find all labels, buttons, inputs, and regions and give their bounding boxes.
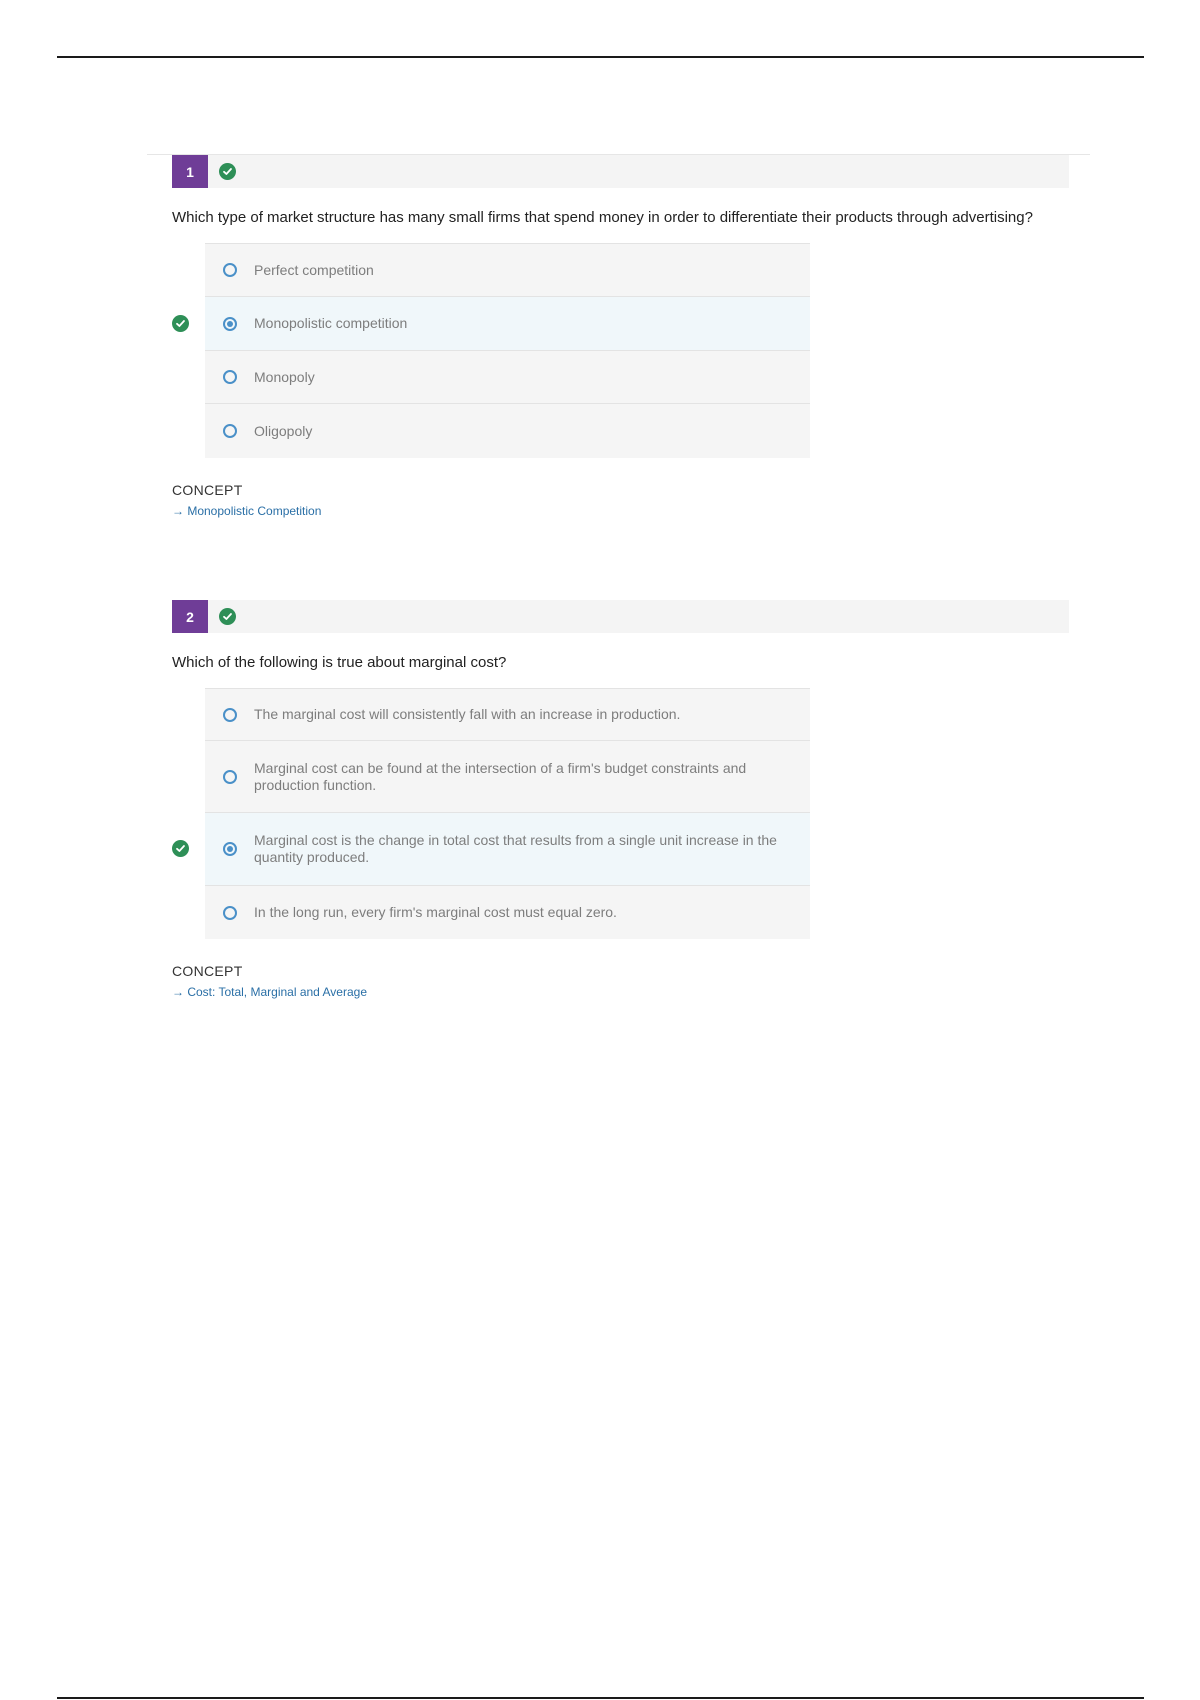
radio-button[interactable] [223, 424, 237, 438]
check-circle-icon [219, 163, 236, 180]
answer-option-label: Monopolistic competition [254, 315, 408, 331]
answer-option[interactable]: Oligopoly [205, 404, 810, 458]
concept-heading: CONCEPT [172, 963, 243, 979]
question-number-badge: 2 [172, 600, 208, 633]
answer-option-label: In the long run, every firm's marginal c… [254, 904, 617, 920]
question-2: 2 Which of the following is true about m… [172, 600, 1069, 999]
question-number-badge: 1 [172, 155, 208, 188]
concept-link[interactable]: → Cost: Total, Marginal and Average [172, 985, 1069, 999]
radio-button[interactable] [223, 263, 237, 277]
answer-options: Perfect competition Monopolistic competi… [172, 243, 810, 458]
radio-button-selected[interactable] [223, 842, 237, 856]
radio-button[interactable] [223, 769, 237, 784]
page-bottom-rule [57, 1697, 1144, 1699]
answer-option-label: Monopoly [254, 368, 315, 385]
answer-option-label: Perfect competition [254, 261, 374, 278]
question-1: 1 Which type of market structure has man… [172, 155, 1069, 518]
radio-button[interactable] [223, 370, 237, 384]
page-top-rule [57, 56, 1144, 58]
concept-link[interactable]: → Monopolistic Competition [172, 504, 1069, 518]
answer-option-label: Marginal cost is the change in total cos… [254, 832, 777, 865]
question-prompt: Which of the following is true about mar… [172, 654, 507, 671]
radio-button-selected[interactable] [223, 316, 237, 331]
answer-option-label: Marginal cost can be found at the inters… [254, 759, 747, 793]
concept-heading: CONCEPT [172, 482, 243, 498]
answer-option-selected[interactable]: Marginal cost is the change in total cos… [172, 813, 810, 886]
question-prompt: Which type of market structure has many … [172, 209, 1033, 226]
check-circle-icon [219, 608, 236, 625]
answer-option[interactable]: In the long run, every firm's marginal c… [205, 886, 810, 939]
correct-check-icon [172, 314, 189, 332]
radio-button[interactable] [223, 905, 237, 920]
question-header: 2 [172, 600, 1069, 633]
answer-option[interactable]: Perfect competition [205, 243, 810, 297]
answer-option[interactable]: The marginal cost will consistently fall… [205, 688, 810, 741]
answer-options: The marginal cost will consistently fall… [172, 688, 810, 939]
answer-option-label: Oligopoly [254, 422, 313, 439]
answer-option-label: The marginal cost will consistently fall… [254, 706, 681, 722]
question-header: 1 [172, 155, 1069, 188]
answer-option[interactable]: Marginal cost can be found at the inters… [205, 741, 810, 813]
correct-check-icon [172, 840, 189, 857]
answer-option[interactable]: Monopoly [205, 351, 810, 404]
answer-option-selected[interactable]: Monopolistic competition [172, 297, 810, 351]
radio-button[interactable] [223, 707, 237, 722]
